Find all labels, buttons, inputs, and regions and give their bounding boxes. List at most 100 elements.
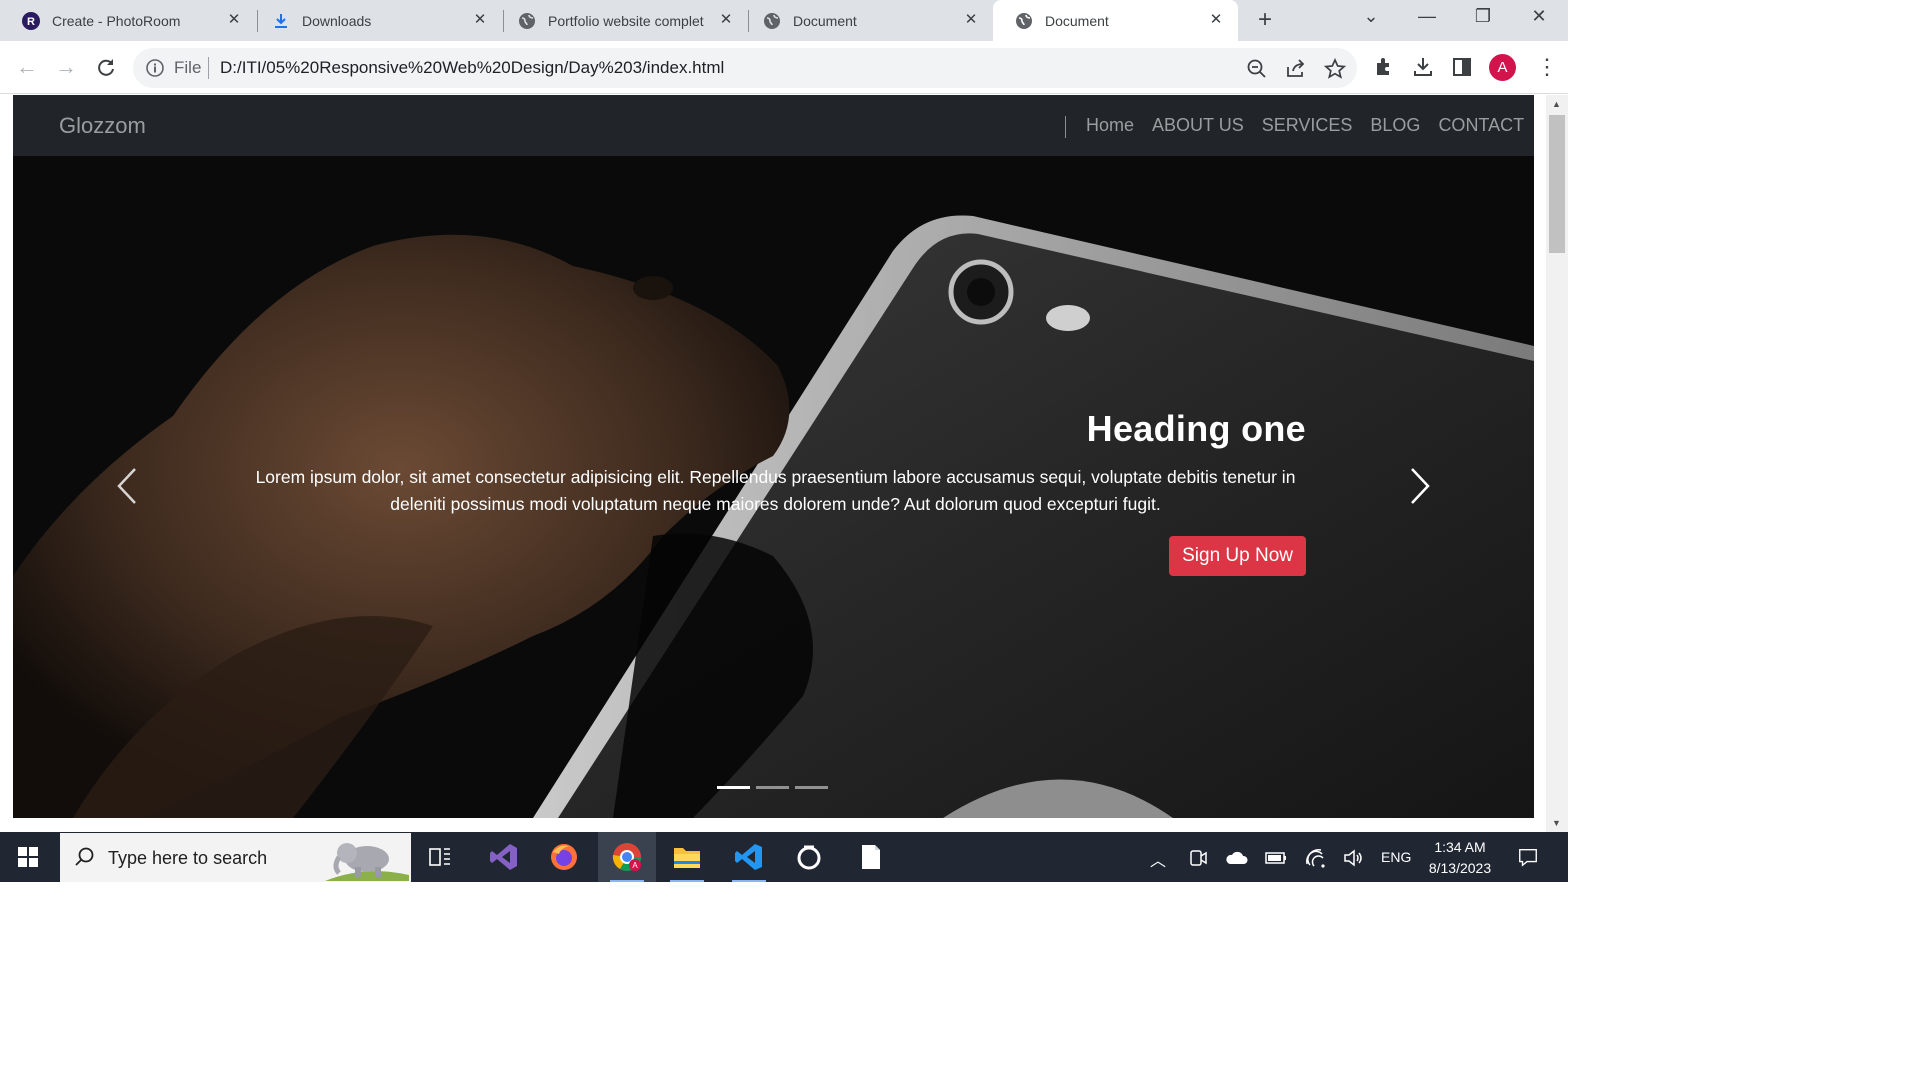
- nav-link-about[interactable]: ABOUT US: [1152, 115, 1244, 136]
- close-icon[interactable]: ✕: [226, 12, 242, 28]
- nav-link-blog[interactable]: BLOG: [1370, 115, 1420, 136]
- restore-icon[interactable]: ❐: [1468, 6, 1498, 32]
- taskbar-search-box[interactable]: Type here to search: [60, 833, 411, 882]
- forward-arrow-icon[interactable]: →: [52, 53, 80, 81]
- show-hidden-icons-chevron-icon[interactable]: ︿: [1150, 847, 1166, 870]
- close-icon[interactable]: ✕: [1208, 12, 1224, 28]
- notifications-icon[interactable]: [1516, 846, 1540, 868]
- globe-icon: [518, 12, 536, 30]
- chrome-button[interactable]: A: [598, 832, 656, 882]
- running-app-indicator: [670, 880, 704, 882]
- taskbar-clock[interactable]: 1:34 AM 8/13/2023: [1420, 837, 1500, 879]
- notepad-button[interactable]: [842, 832, 900, 882]
- info-icon[interactable]: [145, 58, 165, 78]
- battery-icon[interactable]: [1264, 847, 1288, 869]
- meet-now-icon[interactable]: [1188, 847, 1208, 869]
- search-icon: [75, 847, 94, 866]
- page-viewport: Glozzom Home ABOUT US SERVICES BLOG CONT…: [0, 95, 1546, 832]
- onedrive-cloud-icon[interactable]: [1224, 847, 1248, 869]
- address-bar[interactable]: File D:/ITI/05%20Responsive%20Web%20Desi…: [133, 48, 1357, 88]
- bookmark-star-icon[interactable]: [1324, 58, 1346, 80]
- nav-link-home[interactable]: Home: [1086, 115, 1134, 136]
- tab-title: Portfolio website complet: [548, 12, 704, 29]
- language-indicator[interactable]: ENG: [1381, 849, 1411, 871]
- close-icon[interactable]: ✕: [963, 12, 979, 28]
- reload-icon[interactable]: [92, 53, 120, 81]
- tab-downloads[interactable]: Downloads ✕: [250, 0, 502, 41]
- nav-links: Home ABOUT US SERVICES BLOG CONTACT: [1086, 115, 1524, 136]
- file-explorer-button[interactable]: [658, 832, 716, 882]
- search-placeholder: Type here to search: [108, 848, 268, 868]
- windows-taskbar: Type here to search A ︿ ENG 1:34 AM 8/13…: [0, 832, 1568, 882]
- notepad-icon: [862, 845, 880, 869]
- file-explorer-icon: [674, 848, 700, 868]
- scrollbar-thumb[interactable]: [1549, 115, 1565, 253]
- web-page: Glozzom Home ABOUT US SERVICES BLOG CONT…: [13, 95, 1534, 818]
- url-text[interactable]: D:/ITI/05%20Responsive%20Web%20Design/Da…: [220, 58, 724, 78]
- url-separator: [208, 57, 209, 79]
- nav-link-contact[interactable]: CONTACT: [1438, 115, 1524, 136]
- globe-icon: [1015, 12, 1033, 30]
- clock-date: 8/13/2023: [1428, 860, 1492, 876]
- firefox-icon: [551, 844, 577, 870]
- active-app-indicator: [610, 880, 644, 882]
- brand-logo[interactable]: Glozzom: [59, 113, 146, 139]
- photoroom-icon: R: [22, 11, 40, 30]
- carousel-caption: Heading one Lorem ipsum dolor, sit amet …: [245, 408, 1306, 576]
- carousel-next-icon[interactable]: [1400, 461, 1440, 511]
- page-scrollbar[interactable]: ▲ ▼: [1546, 95, 1568, 832]
- scroll-down-icon[interactable]: ▼: [1552, 818, 1561, 828]
- tab-portfolio[interactable]: Portfolio website complet ✕: [496, 0, 748, 41]
- tab-document-active[interactable]: Document ✕: [993, 0, 1238, 41]
- visual-studio-icon: [490, 844, 517, 870]
- close-icon[interactable]: ✕: [718, 12, 734, 28]
- side-panel-icon[interactable]: [1451, 56, 1473, 78]
- url-scheme: File: [174, 58, 202, 77]
- tab-strip: R Create - PhotoRoom ✕ Downloads ✕ Portf…: [0, 0, 1568, 41]
- zoom-out-icon[interactable]: [1246, 58, 1268, 80]
- tab-search-chevron-icon[interactable]: ⌄: [1356, 6, 1386, 32]
- firefox-button[interactable]: [535, 832, 593, 882]
- nav-link-services[interactable]: SERVICES: [1262, 115, 1353, 136]
- carousel-indicator[interactable]: [717, 786, 750, 789]
- close-icon[interactable]: ✕: [472, 12, 488, 28]
- svg-text:R: R: [27, 16, 35, 28]
- svg-text:A: A: [632, 861, 638, 870]
- carousel-indicator[interactable]: [795, 786, 828, 789]
- task-view-button[interactable]: [411, 832, 469, 882]
- profile-avatar[interactable]: A: [1489, 54, 1516, 81]
- carousel-heading: Heading one: [1086, 408, 1306, 449]
- close-window-icon[interactable]: ✕: [1524, 6, 1554, 32]
- running-app-indicator: [732, 880, 766, 882]
- extensions-icon[interactable]: [1373, 56, 1395, 78]
- site-navbar: Glozzom Home ABOUT US SERVICES BLOG CONT…: [13, 95, 1534, 156]
- download-icon[interactable]: [1412, 56, 1434, 78]
- tab-photoroom[interactable]: R Create - PhotoRoom ✕: [0, 0, 256, 41]
- volume-icon[interactable]: [1342, 847, 1364, 869]
- carousel-indicator[interactable]: [756, 786, 789, 789]
- new-tab-button[interactable]: +: [1252, 8, 1278, 34]
- back-arrow-icon[interactable]: ←: [13, 53, 41, 81]
- windows-start-icon[interactable]: [18, 847, 38, 867]
- share-icon[interactable]: [1285, 58, 1307, 80]
- carousel-prev-icon[interactable]: [107, 461, 147, 511]
- elephant-illustration-icon: [325, 843, 409, 881]
- vscode-button[interactable]: [720, 832, 778, 882]
- scroll-up-icon[interactable]: ▲: [1552, 99, 1561, 109]
- task-view-icon: [429, 848, 450, 866]
- obs-button[interactable]: [780, 832, 838, 882]
- menu-kebab-icon[interactable]: ⋮: [1536, 54, 1558, 82]
- carousel-text: Lorem ipsum dolor, sit amet consectetur …: [255, 467, 1296, 514]
- vscode-icon: [735, 844, 762, 870]
- wifi-icon[interactable]: [1304, 847, 1326, 869]
- minimize-icon[interactable]: —: [1412, 6, 1442, 32]
- download-icon: [272, 12, 290, 30]
- browser-toolbar: ← → File D:/ITI/05%20Responsive%20Web%20…: [0, 41, 1568, 94]
- carousel-indicators: [717, 786, 828, 789]
- hero-carousel: Heading one Lorem ipsum dolor, sit amet …: [13, 156, 1534, 818]
- obs-icon: [797, 845, 821, 870]
- sign-up-button[interactable]: Sign Up Now: [1169, 536, 1306, 576]
- visual-studio-button[interactable]: [475, 832, 533, 882]
- clock-time: 1:34 AM: [1434, 839, 1486, 855]
- tab-document[interactable]: Document ✕: [741, 0, 993, 41]
